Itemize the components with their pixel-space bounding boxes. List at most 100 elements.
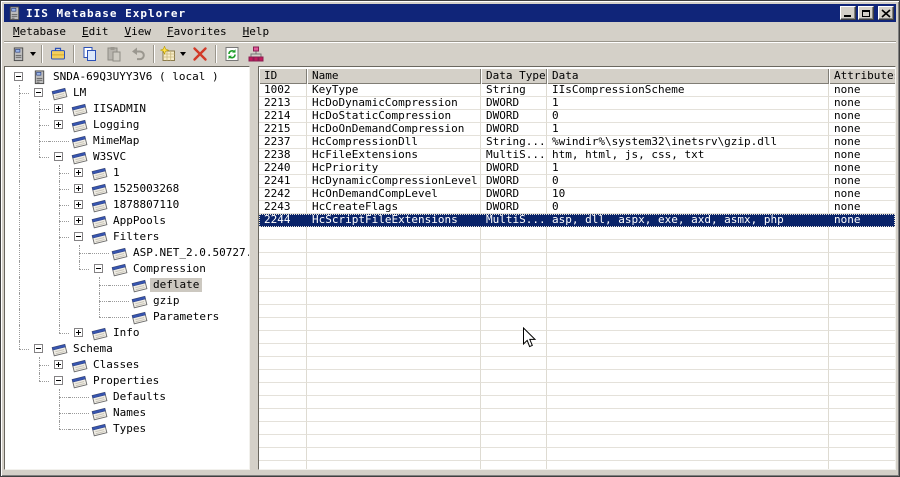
tree-item-asp-net-2-0-50727-0[interactable]: ASP.NET_2.0.50727.0 <box>5 245 249 261</box>
collapse-toggle-icon[interactable] <box>94 264 103 273</box>
list-row-2244[interactable]: 2244 HcScriptFileExtensions MultiS... asp, … <box>259 214 895 227</box>
tree-item-label[interactable]: W3SVC <box>90 150 129 164</box>
list-row-2237[interactable]: 2237 HcCompressionDll String... %windir%\sy… <box>259 136 895 149</box>
close-button[interactable] <box>878 6 894 20</box>
empty-row[interactable] <box>259 409 895 422</box>
tree-item-1878807110[interactable]: 1878807110 <box>5 197 249 213</box>
empty-row[interactable] <box>259 461 895 469</box>
tree-item-apppools[interactable]: AppPools <box>5 213 249 229</box>
empty-row[interactable] <box>259 370 895 383</box>
expand-toggle-icon[interactable] <box>74 328 83 337</box>
tree-item-label[interactable]: Compression <box>130 262 209 276</box>
dropdown-arrow-icon[interactable] <box>30 52 36 56</box>
empty-row[interactable] <box>259 331 895 344</box>
collapse-toggle-icon[interactable] <box>34 344 43 353</box>
tree-item-label[interactable]: SNDA-69Q3UYY3V6 ( local ) <box>50 70 222 84</box>
list-row-2238[interactable]: 2238 HcFileExtensions MultiS... htm, html, … <box>259 149 895 162</box>
list-row-2215[interactable]: 2215 HcDoOnDemandCompression DWORD 1 none <box>259 123 895 136</box>
tree-item-iisadmin[interactable]: IISADMIN <box>5 101 249 117</box>
tree-item-1525003268[interactable]: 1525003268 <box>5 181 249 197</box>
delete-button[interactable] <box>188 43 212 65</box>
tree-item-label[interactable]: Defaults <box>110 390 169 404</box>
expand-toggle-icon[interactable] <box>54 360 63 369</box>
empty-row[interactable] <box>259 227 895 240</box>
menu-item-help[interactable]: Help <box>235 23 278 40</box>
tree-item-compression[interactable]: Compression <box>5 261 249 277</box>
dropdown-arrow-icon[interactable] <box>180 52 186 56</box>
empty-row[interactable] <box>259 344 895 357</box>
menu-item-metabase[interactable]: Metabase <box>5 23 74 40</box>
tree-item-names[interactable]: Names <box>5 405 249 421</box>
hierarchy-button[interactable] <box>244 43 268 65</box>
tree-item-label[interactable]: Classes <box>90 358 142 372</box>
connect-button[interactable] <box>8 43 38 65</box>
new-key-button[interactable] <box>158 43 188 65</box>
tree-item-label[interactable]: LM <box>70 86 89 100</box>
collapse-toggle-icon[interactable] <box>54 152 63 161</box>
title-bar[interactable]: IIS Metabase Explorer <box>4 4 896 22</box>
expand-toggle-icon[interactable] <box>74 200 83 209</box>
tree-item-filters[interactable]: Filters <box>5 229 249 245</box>
tree-item-snda-69q3uyy3v6-local[interactable]: SNDA-69Q3UYY3V6 ( local ) <box>5 69 249 85</box>
list-row-1002[interactable]: 1002 KeyType String IIsCompressionScheme non… <box>259 84 895 97</box>
tree-item-label[interactable]: gzip <box>150 294 183 308</box>
expand-toggle-icon[interactable] <box>74 168 83 177</box>
tree-item-label[interactable]: Types <box>110 422 149 436</box>
maximize-button[interactable] <box>858 6 874 20</box>
collapse-toggle-icon[interactable] <box>14 72 23 81</box>
collapse-toggle-icon[interactable] <box>74 232 83 241</box>
expand-toggle-icon[interactable] <box>74 216 83 225</box>
empty-row[interactable] <box>259 318 895 331</box>
column-header-data-type[interactable]: Data Type <box>481 68 547 84</box>
empty-row[interactable] <box>259 305 895 318</box>
tree-item-label[interactable]: Logging <box>90 118 142 132</box>
collapse-toggle-icon[interactable] <box>34 88 43 97</box>
list-row-2214[interactable]: 2214 HcDoStaticCompression DWORD 0 none <box>259 110 895 123</box>
refresh-button[interactable] <box>220 43 244 65</box>
empty-row[interactable] <box>259 422 895 435</box>
tree-item-label[interactable]: 1 <box>110 166 123 180</box>
expand-toggle-icon[interactable] <box>54 104 63 113</box>
export-button[interactable] <box>46 43 70 65</box>
tree-item-label[interactable]: deflate <box>150 278 203 292</box>
empty-row[interactable] <box>259 279 895 292</box>
tree-item-mimemap[interactable]: MimeMap <box>5 133 249 149</box>
tree-item-gzip[interactable]: gzip <box>5 293 249 309</box>
expand-toggle-icon[interactable] <box>74 184 83 193</box>
list-row-2242[interactable]: 2242 HcOnDemandCompLevel DWORD 10 none <box>259 188 895 201</box>
tree-item-deflate[interactable]: deflate <box>5 277 249 293</box>
tree-item-label[interactable]: 1525003268 <box>110 182 182 196</box>
tree-item-logging[interactable]: Logging <box>5 117 249 133</box>
empty-row[interactable] <box>259 253 895 266</box>
tree-item-label[interactable]: Parameters <box>150 310 222 324</box>
tree-item-label[interactable]: AppPools <box>110 214 169 228</box>
tree-item-parameters[interactable]: Parameters <box>5 309 249 325</box>
tree-item-properties[interactable]: Properties <box>5 373 249 389</box>
tree-item-label[interactable]: ASP.NET_2.0.50727.0 <box>130 246 249 260</box>
empty-row[interactable] <box>259 383 895 396</box>
tree-item-label[interactable]: Filters <box>110 230 162 244</box>
list-row-2241[interactable]: 2241 HcDynamicCompressionLevel DWORD 0 none <box>259 175 895 188</box>
column-header-name[interactable]: Name <box>307 68 481 84</box>
tree-item-label[interactable]: MimeMap <box>90 134 142 148</box>
tree-item-lm[interactable]: LM <box>5 85 249 101</box>
column-header-data[interactable]: Data <box>547 68 829 84</box>
copy-button[interactable] <box>78 43 102 65</box>
tree-item-defaults[interactable]: Defaults <box>5 389 249 405</box>
column-header-id[interactable]: ID <box>259 68 307 84</box>
tree-item-label[interactable]: IISADMIN <box>90 102 149 116</box>
tree-item-label[interactable]: 1878807110 <box>110 198 182 212</box>
empty-row[interactable] <box>259 448 895 461</box>
empty-row[interactable] <box>259 292 895 305</box>
empty-row[interactable] <box>259 357 895 370</box>
collapse-toggle-icon[interactable] <box>54 376 63 385</box>
minimize-button[interactable] <box>840 6 856 20</box>
list-row-2213[interactable]: 2213 HcDoDynamicCompression DWORD 1 none <box>259 97 895 110</box>
empty-row[interactable] <box>259 396 895 409</box>
tree-item-label[interactable]: Properties <box>90 374 162 388</box>
empty-row[interactable] <box>259 266 895 279</box>
menu-item-favorites[interactable]: Favorites <box>159 23 235 40</box>
tree-item-schema[interactable]: Schema <box>5 341 249 357</box>
tree-item-label[interactable]: Names <box>110 406 149 420</box>
tree-item-label[interactable]: Info <box>110 326 143 340</box>
